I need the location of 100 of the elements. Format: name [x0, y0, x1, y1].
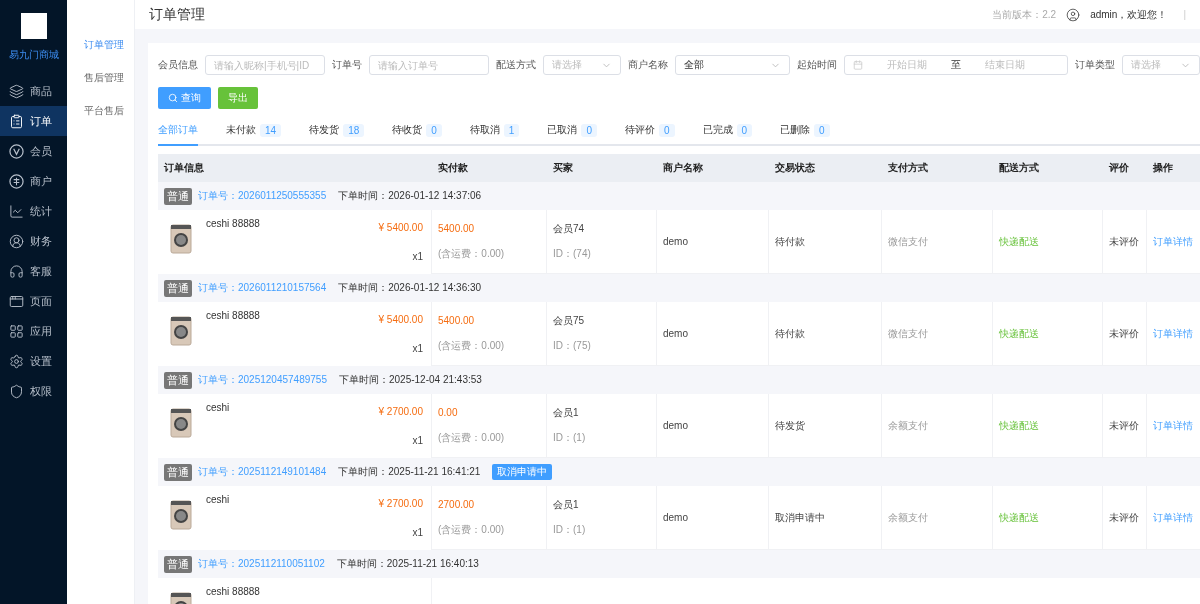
- review-status: 未评价: [1109, 234, 1140, 249]
- buyer-id: ID：(1): [553, 523, 587, 538]
- merchant-name: demo: [663, 328, 689, 339]
- order-number: 订单号：2025112110051102: [198, 557, 325, 571]
- product-name: ceshi 88888: [206, 310, 261, 323]
- count-badge: 0: [581, 123, 597, 137]
- order-tab[interactable]: 待评价 0: [624, 123, 675, 146]
- filter-label: 商户名称: [627, 58, 668, 72]
- payment-method: 微信支付: [888, 234, 929, 249]
- order-number: 订单号：2026011210157564: [198, 281, 327, 295]
- product-name: ceshi 88888: [206, 218, 261, 231]
- buyer-name: 会员1: [553, 405, 580, 420]
- subnav-item[interactable]: 售后管理: [84, 71, 124, 85]
- trade-status: 待付款: [775, 326, 806, 341]
- user-icon: [1066, 7, 1081, 22]
- order-type-tag: 普通: [164, 371, 192, 389]
- sidebar-item[interactable]: 权限: [0, 376, 67, 406]
- badge-circle-icon: [9, 173, 24, 189]
- calendar-icon: [853, 60, 864, 70]
- subnav-item[interactable]: 订单管理: [84, 38, 124, 52]
- logo-block: [20, 13, 47, 39]
- delivery-method: 快递配送: [999, 418, 1040, 433]
- filter-label: 配送方式: [496, 58, 536, 72]
- quantity: x1: [412, 343, 423, 354]
- subnav-item[interactable]: 平台售后: [84, 104, 124, 118]
- status-tag: 取消申请中: [492, 464, 553, 480]
- merchant-name: demo: [663, 236, 689, 247]
- select-field[interactable]: 全部: [674, 55, 791, 75]
- sidebar-item[interactable]: 会员: [0, 136, 67, 166]
- line-chart-icon: [9, 203, 24, 219]
- order-tab[interactable]: 已完成 0: [702, 123, 753, 146]
- order-tab[interactable]: 未付款 14: [226, 123, 282, 146]
- brand-name: 易九门商城: [8, 48, 59, 62]
- sidebar-item[interactable]: 商户: [0, 166, 67, 196]
- filter-label: 订单号: [332, 58, 362, 72]
- column-header: 商户名称: [657, 154, 769, 182]
- order-time: 下单时间：2026-01-12 14:37:06: [338, 189, 482, 203]
- circle-v-icon: [9, 143, 24, 159]
- filter-label: 订单类型: [1075, 58, 1116, 72]
- order-type-tag: 普通: [164, 463, 192, 481]
- shipping-fee: (含运费：0.00): [438, 430, 506, 445]
- count-badge: 0: [814, 123, 830, 137]
- sidebar-item[interactable]: 应用: [0, 316, 67, 346]
- washing-machine-icon: [170, 408, 192, 438]
- user-greeting[interactable]: admin，欢迎您！: [1090, 7, 1168, 22]
- filter-label: 会员信息: [158, 58, 198, 72]
- sidebar-item[interactable]: 财务: [0, 226, 67, 256]
- order-tab[interactable]: 已删除 0: [780, 123, 830, 146]
- trade-status: 待付款: [775, 234, 806, 249]
- shipping-fee: (含运费：0.00): [438, 522, 506, 537]
- paid-amount: 5400.00: [438, 314, 476, 326]
- product-name: ceshi 88888: [206, 586, 261, 599]
- review-status: 未评价: [1109, 418, 1140, 433]
- unit-price: ¥ 5400.00: [378, 222, 423, 233]
- apps-grid-icon: [9, 323, 24, 339]
- sidebar-item[interactable]: 页面: [0, 286, 67, 316]
- paid-amount: 5400.00: [438, 222, 476, 234]
- settings-icon: [9, 353, 24, 369]
- buyer-id: ID：(75): [553, 339, 592, 354]
- shipping-fee: (含运费：0.00): [438, 338, 506, 353]
- washing-machine-icon: [170, 316, 192, 346]
- count-badge: 0: [426, 123, 442, 137]
- count-badge: 18: [343, 123, 365, 137]
- buyer-name: 会员75: [553, 313, 586, 328]
- sidebar-item[interactable]: 商品: [0, 76, 67, 106]
- order-number: 订单号：2025112149101484: [198, 465, 327, 479]
- delivery-method: 快递配送: [999, 326, 1040, 341]
- order-tab[interactable]: 已取消 0: [547, 123, 597, 146]
- order-tab[interactable]: 待收货 0: [392, 123, 442, 146]
- review-status: 未评价: [1109, 510, 1140, 525]
- column-header: 实付款: [432, 154, 547, 182]
- count-badge: 0: [736, 123, 753, 137]
- column-header: 买家: [547, 154, 657, 182]
- product-name: ceshi: [206, 494, 231, 507]
- paid-amount: 0.00: [438, 406, 459, 418]
- product-name: ceshi: [206, 402, 231, 415]
- washing-machine-icon: [170, 224, 192, 254]
- merchant-name: demo: [663, 512, 689, 523]
- shipping-fee: (含运费：0.00): [438, 246, 506, 261]
- sidebar-item[interactable]: 统计: [0, 196, 67, 226]
- order-number: 订单号：2025120457489755: [198, 373, 327, 387]
- order-type-tag: 普通: [164, 555, 192, 573]
- filter-label: 起始时间: [797, 58, 838, 72]
- buyer-id: ID：(74): [553, 247, 592, 262]
- quantity: x1: [412, 435, 423, 446]
- order-time: 下单时间：2025-11-21 16:40:13: [336, 557, 479, 571]
- column-header: 配送方式: [993, 154, 1103, 182]
- washing-machine-icon: [170, 500, 192, 530]
- count-badge: 1: [503, 123, 520, 137]
- sidebar-item[interactable]: 设置: [0, 346, 67, 376]
- sidebar-item[interactable]: 客服: [0, 256, 67, 286]
- merchant-name: demo: [663, 420, 689, 431]
- sidebar-item[interactable]: 订单: [0, 106, 67, 136]
- order-tab[interactable]: 待发货 18: [309, 123, 365, 146]
- unit-price: ¥ 5400.00: [378, 314, 423, 325]
- delivery-method: 快递配送: [999, 234, 1040, 249]
- buyer-name: 会员74: [553, 221, 586, 236]
- order-tab[interactable]: 待取消 1: [469, 123, 520, 146]
- buyer-name: 会员1: [553, 497, 580, 512]
- quantity: x1: [412, 251, 423, 262]
